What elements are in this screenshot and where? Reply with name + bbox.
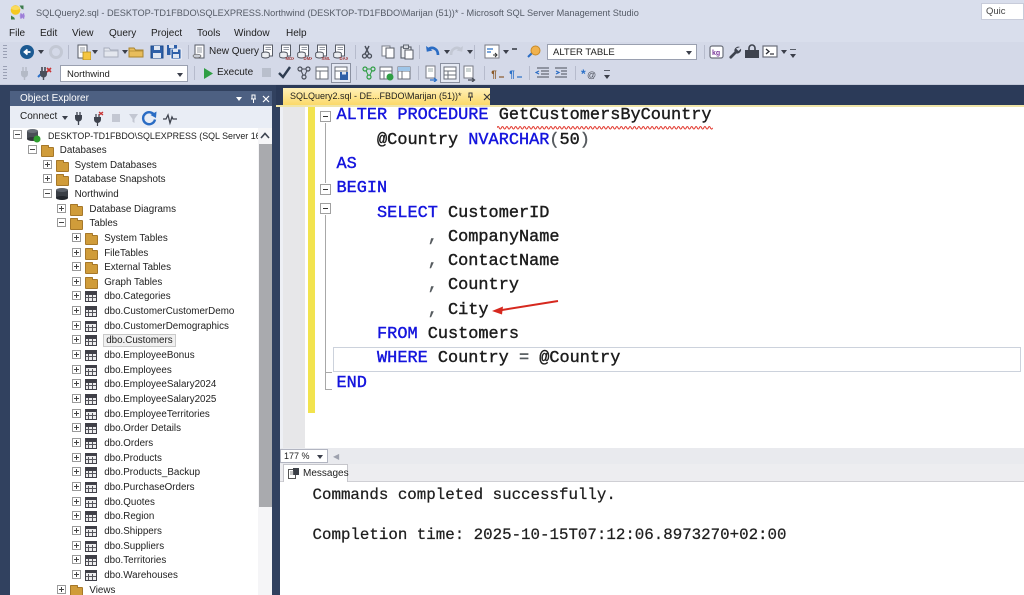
svg-text:XMLA: XMLA <box>322 56 331 60</box>
svg-text:*: * <box>581 67 586 81</box>
svg-text:¶: ¶ <box>509 70 515 81</box>
svg-text:¶: ¶ <box>491 70 497 81</box>
svg-text:MDX: MDX <box>286 56 295 60</box>
svg-text:kg: kg <box>712 50 720 57</box>
svg-text:DAX: DAX <box>340 56 349 60</box>
svg-text:DMX: DMX <box>304 56 313 60</box>
svg-text:@: @ <box>587 70 596 80</box>
